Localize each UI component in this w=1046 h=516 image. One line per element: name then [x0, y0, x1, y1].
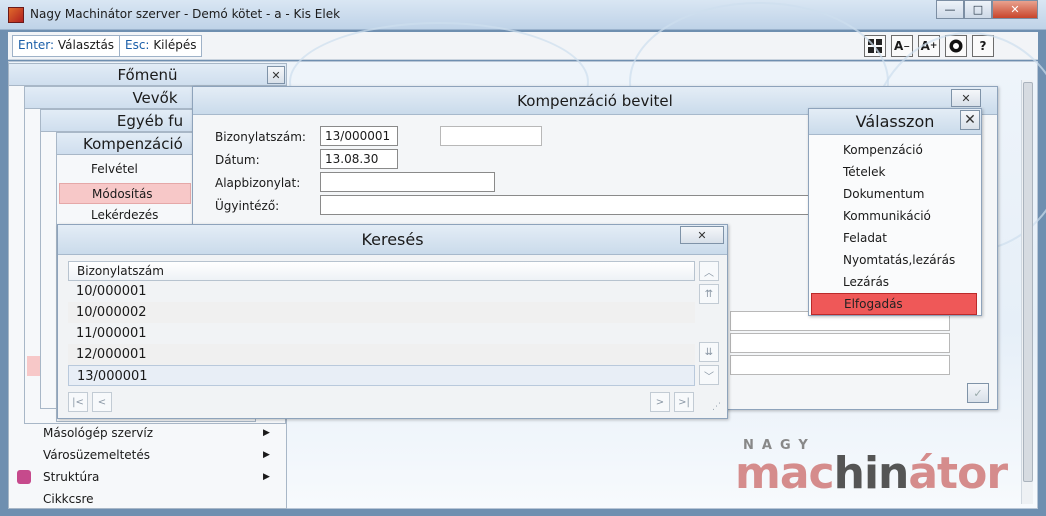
choose-item-items[interactable]: Tételek [811, 162, 977, 184]
scrollbar-thumb[interactable] [1023, 82, 1033, 482]
confirm-check-icon[interactable]: ✓ [967, 383, 989, 403]
choose-item-close[interactable]: Lezárás [811, 272, 977, 294]
result-row[interactable]: 11/000001 [68, 323, 695, 344]
window-title: Nagy Machinátor szerver - Demó kötet - a… [30, 7, 341, 21]
base-doc-label: Alapbizonylat: [215, 176, 301, 190]
search-window: Keresés ✕ Bizonylatszám 10/000001 10/000… [57, 224, 728, 419]
enter-select-button[interactable]: Enter: Választás [12, 35, 121, 57]
result-row[interactable]: 10/000002 [68, 302, 695, 323]
base-doc-field[interactable] [320, 172, 495, 192]
doc-number-field[interactable]: 13/000001 [320, 126, 398, 146]
submenu-arrow-icon: ▶ [263, 450, 270, 460]
entry-close-icon[interactable]: ✕ [951, 89, 981, 107]
result-row-selected[interactable]: 13/000001 [68, 365, 695, 386]
title-bar: Nagy Machinátor szerver - Demó kötet - a… [0, 0, 1046, 30]
minimize-button[interactable]: — [936, 0, 964, 19]
doc-extra-field[interactable] [440, 126, 542, 146]
esc-exit-button[interactable]: Esc: Kilépés [119, 35, 203, 57]
search-title: Keresés [58, 225, 727, 255]
esc-action-label: Kilépés [153, 38, 197, 52]
next-page-icon[interactable]: > [650, 392, 670, 412]
resize-grip-icon[interactable]: ⋰ [712, 402, 721, 412]
structure-icon [17, 470, 31, 484]
choose-item-print-close[interactable]: Nyomtatás,lezárás [811, 250, 977, 272]
prev-page-icon[interactable]: < [92, 392, 112, 412]
app-icon [8, 7, 24, 23]
agent-label: Ügyintéző: [215, 199, 280, 213]
choose-item-task[interactable]: Feladat [811, 228, 977, 250]
logo-part-1: mac [735, 448, 835, 499]
menu-item-new[interactable]: Felvétel [91, 162, 138, 176]
entry-field[interactable] [730, 355, 950, 375]
column-header[interactable]: Bizonylatszám [68, 261, 695, 281]
date-label: Dátum: [215, 153, 260, 167]
main-menu-close-icon[interactable]: ✕ [267, 66, 285, 84]
logo-part-2: hin [833, 448, 910, 499]
choose-popup: Válasszon ✕ Kompenzáció Tételek Dokument… [808, 108, 982, 316]
choose-item-communication[interactable]: Kommunikáció [811, 206, 977, 228]
search-close-icon[interactable]: ✕ [680, 226, 724, 244]
choose-item-document[interactable]: Dokumentum [811, 184, 977, 206]
choose-title: Válasszon [809, 109, 981, 135]
scroll-down-icon[interactable]: ﹀ [699, 365, 719, 385]
logo-part-3: átor [908, 448, 1008, 499]
menu-item-item-exchange[interactable]: Cikkcsre [43, 492, 94, 506]
workspace-scrollbar[interactable] [1021, 80, 1033, 504]
choose-item-compensation[interactable]: Kompenzáció [811, 140, 977, 162]
menu-item-modify[interactable]: Módosítás [59, 183, 191, 204]
doc-number-label: Bizonylatszám: [215, 130, 306, 144]
enter-action-label: Választás [57, 38, 115, 52]
entry-field[interactable] [730, 333, 950, 353]
choose-close-icon[interactable]: ✕ [960, 110, 980, 130]
maximize-button[interactable]: □ [964, 0, 992, 19]
close-button[interactable]: ✕ [992, 0, 1038, 19]
first-page-icon[interactable]: |< [68, 392, 88, 412]
scroll-up-icon[interactable]: ︿ [699, 261, 719, 281]
esc-key-label: Esc: [125, 38, 150, 52]
choose-item-accept[interactable]: Elfogadás [811, 293, 977, 315]
menu-item-city-operations[interactable]: Városüzemeltetés [43, 448, 150, 462]
submenu-arrow-icon: ▶ [263, 472, 270, 482]
font-decrease-label: A [894, 39, 904, 53]
page-up-icon[interactable]: ⇈ [699, 284, 719, 304]
last-page-icon[interactable]: >| [674, 392, 694, 412]
menu-item-structure[interactable]: Struktúra [43, 470, 99, 484]
enter-key-label: Enter: [18, 38, 55, 52]
result-row[interactable]: 12/000001 [68, 344, 695, 365]
main-menu-title: Főmenü [9, 64, 286, 86]
result-row[interactable]: 10/000001 [68, 281, 695, 302]
menu-item-copier-service[interactable]: Másológép szervíz [43, 426, 153, 440]
agent-field[interactable] [320, 195, 810, 215]
submenu-arrow-icon: ▶ [263, 428, 270, 438]
page-down-icon[interactable]: ⇊ [699, 342, 719, 362]
date-field[interactable]: 13.08.30 [320, 149, 398, 169]
menu-item-query[interactable]: Lekérdezés [91, 208, 158, 222]
